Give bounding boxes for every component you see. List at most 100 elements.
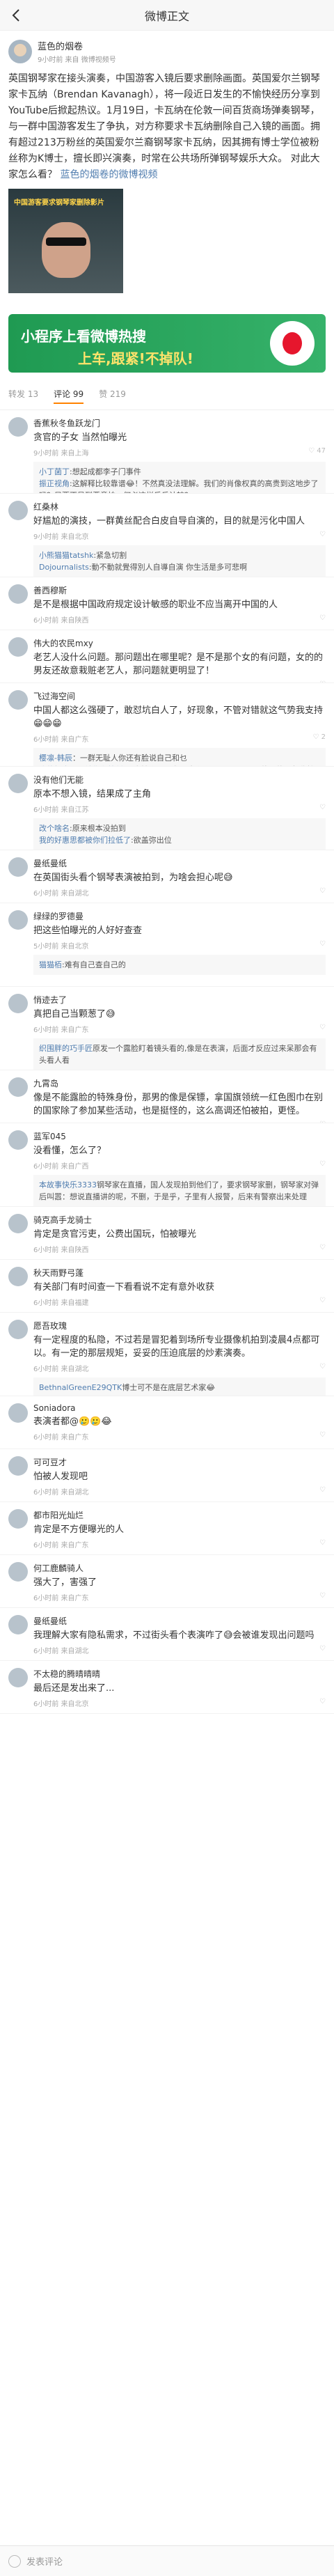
like-icon[interactable]: ♡ xyxy=(319,1160,326,1171)
tab-repost[interactable]: 转发 13 xyxy=(8,388,38,404)
reply-user[interactable]: 樱凛-韩辰 xyxy=(39,754,72,763)
commenter-avatar[interactable] xyxy=(8,1615,28,1634)
comment-footer[interactable]: 发表评论 xyxy=(0,2545,334,2576)
video-link[interactable]: 蓝色的烟卷的微博视频 xyxy=(60,169,157,180)
commenter-avatar[interactable] xyxy=(8,1509,28,1529)
commenter-avatar[interactable] xyxy=(8,1077,28,1097)
like-icon[interactable]: ♡ xyxy=(319,1486,326,1497)
commenter-name[interactable]: 善西穆斯 xyxy=(33,584,326,596)
like-icon[interactable]: ♡ xyxy=(319,531,326,541)
commenter-name[interactable]: 伟大的农民mxy xyxy=(33,637,326,649)
comment-item[interactable]: 都市阳光灿烂 肯定是不方便曝光的人 6小时前 来自广东 ♡ xyxy=(0,1502,334,1555)
reply[interactable]: 振正视角:这解释比较靠谱😂！不然真没法理解。我们的肖像权真的高贵到这地步了吗？只… xyxy=(39,478,320,493)
reply[interactable]: 樱凛-韩辰：一群无耻人你还有脸说自己和乜 xyxy=(39,752,320,764)
reply-user[interactable]: 小熊猫猫tatshk xyxy=(39,551,93,560)
comment-item[interactable]: 秋天雨野弓蓬 有关部门有时间查一下看看说不定有意外收获 6小时前 来自福建 ♡ xyxy=(0,1260,334,1313)
like-icon[interactable]: ♡ 2 xyxy=(312,733,326,744)
comment-input-placeholder[interactable]: 发表评论 xyxy=(26,2554,63,2568)
commenter-avatar[interactable] xyxy=(8,994,28,1013)
comment-item[interactable]: 绿绿的罗德曼 把这些怕曝光的人好好查查 5小时前 来自北京 ♡ 猫猫栢:难有自己查… xyxy=(0,903,334,987)
commenter-name[interactable]: 没有他们无能 xyxy=(33,774,326,786)
commenter-avatar[interactable] xyxy=(8,690,28,710)
commenter-avatar[interactable] xyxy=(8,1562,28,1582)
reply[interactable]: 改个啥名:原来根本没拍到 xyxy=(39,822,320,834)
like-icon[interactable]: ♡ xyxy=(319,1297,326,1307)
commenter-avatar[interactable] xyxy=(8,1403,28,1423)
reply[interactable]: BethnalGreenE29QTK博士可不是在底层艺术家😂 xyxy=(39,1382,320,1394)
commenter-name[interactable]: 飞过海空间 xyxy=(33,690,326,702)
reply[interactable]: 我的好惠思都被你们拉低了:欲盖弥出位 xyxy=(39,834,320,846)
author-avatar[interactable] xyxy=(8,40,32,63)
commenter-avatar[interactable] xyxy=(8,1214,28,1233)
commenter-avatar[interactable] xyxy=(8,910,28,930)
commenter-name[interactable]: 香蕉秋冬鱼跃龙门 xyxy=(33,417,326,429)
reply[interactable]: 猫猫栢:难有自己查自己的 xyxy=(39,959,320,971)
reply[interactable]: Dojournalists:動不動就覺得別人自導自演 你生活是多可悲啊 xyxy=(39,561,320,573)
reply-user[interactable]: 改个啥名 xyxy=(39,824,70,833)
comment-item[interactable]: 不太稳的腾晴晴晴 最后还是发出来了... 6小时前 来自北京 ♡ xyxy=(0,1661,334,1714)
tab-comment[interactable]: 评论 99 xyxy=(54,388,84,404)
commenter-name[interactable]: Soniadora xyxy=(33,1403,326,1413)
comment-item[interactable]: 没有他们无能 原本不想入镜，结果成了主角 6小时前 来自江苏 ♡ 改个啥名:原来根… xyxy=(0,767,334,850)
like-icon[interactable]: ♡ xyxy=(319,940,326,951)
like-icon[interactable]: ♡ xyxy=(319,1698,326,1708)
comment-item[interactable]: 悄迹去了 真把自己当颗葱了😅 6小时前 来自广东 ♡ 织围胖的巧手匠原发一个露脸盯… xyxy=(0,987,334,1070)
reply-user[interactable]: 织围胖的巧手匠 xyxy=(39,1044,93,1053)
commenter-avatar[interactable] xyxy=(8,1456,28,1476)
comment-item[interactable]: 愿吾玫瑰 有一定程度的私隐，不过若是冒犯着到场所专业摄像机拍到凌晨4点都可以。有… xyxy=(0,1313,334,1396)
commenter-avatar[interactable] xyxy=(8,1668,28,1687)
like-icon[interactable]: ♡ xyxy=(319,887,326,898)
commenter-name[interactable]: 愿吾玫瑰 xyxy=(33,1320,326,1332)
reply-user[interactable]: 本故事快乐3333 xyxy=(39,1180,97,1189)
commenter-avatar[interactable] xyxy=(8,774,28,793)
video-thumbnail[interactable]: 中国游客要求钢琴家删除影片 xyxy=(8,189,123,293)
commenter-name[interactable]: 都市阳光灿烂 xyxy=(33,1509,326,1521)
reply-user[interactable]: 猫猫栢 xyxy=(39,960,62,969)
commenter-avatar[interactable] xyxy=(8,584,28,604)
commenter-name[interactable]: 骑克高手龙骑士 xyxy=(33,1214,326,1226)
ad-banner[interactable]: 小程序上看微博热搜 上车,跟紧!不掉队! xyxy=(8,314,326,373)
back-arrow-icon[interactable] xyxy=(8,7,25,24)
comment-item[interactable]: 红桑林 好尴尬的演技，一群黄丝配合白皮自导自演的，目的就是污化中国人 9小时前 … xyxy=(0,494,334,577)
like-icon[interactable]: ♡ xyxy=(319,1024,326,1034)
comment-item[interactable]: 曼纸曼纸 我理解大家有隐私需求，不过街头看个表演咋了😅会被谁发现出问题吗 6小时… xyxy=(0,1608,334,1661)
comment-item[interactable]: 可可豆才 怕被人发现吧 6小时前 来自湖北 ♡ xyxy=(0,1449,334,1502)
reply[interactable]: 小熊猫猫tatshk:紧急切割 xyxy=(39,549,320,561)
like-icon[interactable]: ♡ xyxy=(319,1431,326,1442)
reply[interactable]: 本故事快乐3333钢琴家在直播，国人发现拍到他们了，要求钢琴家删，钢琴家对弹后叫… xyxy=(39,1179,320,1203)
commenter-avatar[interactable] xyxy=(8,501,28,520)
like-icon[interactable]: ♡ xyxy=(319,1592,326,1602)
commenter-name[interactable]: 红桑林 xyxy=(33,501,326,513)
comment-item[interactable]: 飞过海空间 中国人都这么强硬了，敢怼坑白人了，好现象，不管对错就这气势我支持😁😁… xyxy=(0,683,334,767)
reply-user[interactable]: BethnalGreenE29QTK xyxy=(39,1383,122,1392)
commenter-name[interactable]: 悄迹去了 xyxy=(33,994,326,1006)
reply[interactable]: 织围胖的巧手匠原发一个露脸盯着镜头看的,像是在表演，后面才反应过来呆那会有头看人… xyxy=(39,1043,320,1066)
commenter-name[interactable]: 秋天雨野弓蓬 xyxy=(33,1267,326,1279)
commenter-avatar[interactable] xyxy=(8,1267,28,1286)
reply-user[interactable]: 振正视角 xyxy=(39,479,70,488)
reply-user[interactable]: 我的好惠思都被你们拉低了 xyxy=(39,836,131,845)
author-name[interactable]: 蓝色的烟卷 xyxy=(38,39,116,52)
comment-item[interactable]: 骑克高手龙骑士 肯定是贪官污吏，公费出国玩，怕被曝光 6小时前 来自陕西 ♡ xyxy=(0,1207,334,1260)
like-icon[interactable]: ♡ xyxy=(319,614,326,625)
tab-like[interactable]: 赞 219 xyxy=(99,388,126,404)
commenter-avatar[interactable] xyxy=(8,417,28,437)
commenter-name[interactable]: 曼纸曼纸 xyxy=(33,1615,326,1627)
commenter-name[interactable]: 不太稳的腾晴晴晴 xyxy=(33,1668,326,1680)
commenter-name[interactable]: 曼纸曼纸 xyxy=(33,857,326,869)
commenter-name[interactable]: 何工鹿麟骑人 xyxy=(33,1562,326,1574)
like-icon[interactable]: ♡ xyxy=(319,1539,326,1549)
reply[interactable]: 小丁菌丁:想起成都李子门事件 xyxy=(39,466,320,478)
like-icon[interactable]: ♡ 47 xyxy=(308,447,326,458)
reply-user[interactable]: Dojournalists xyxy=(39,563,89,572)
comment-item[interactable]: Soniadora 表演者都@🥲🥲😂 6小时前 来自广东 ♡ xyxy=(0,1396,334,1449)
commenter-name[interactable]: 可可豆才 xyxy=(33,1456,326,1468)
commenter-name[interactable]: 绿绿的罗德曼 xyxy=(33,910,326,922)
comment-item[interactable]: 何工鹿麟骑人 强大了，害强了 6小时前 来自广东 ♡ xyxy=(0,1555,334,1608)
comment-item[interactable]: 蓝军045 没看懂，怎么了？ 6小时前 来自广西 ♡ 本故事快乐3333钢琴家在直… xyxy=(0,1123,334,1207)
like-icon[interactable]: ♡ xyxy=(319,804,326,814)
comment-item[interactable]: 伟大的农民mxy 老艺人没什么问题。那问题出在哪里呢？是不是那个女的有问题，女的… xyxy=(0,630,334,683)
comment-item[interactable]: 香蕉秋冬鱼跃龙门 贪官的子女 当然怕曝光 9小时前 来自上海 ♡ 47 小丁菌丁:… xyxy=(0,410,334,494)
comment-item[interactable]: 善西穆斯 是不是根据中国政府规定设计敏感的职业不应当离开中国的人 6小时前 来自… xyxy=(0,577,334,630)
commenter-name[interactable]: 蓝军045 xyxy=(33,1130,326,1142)
